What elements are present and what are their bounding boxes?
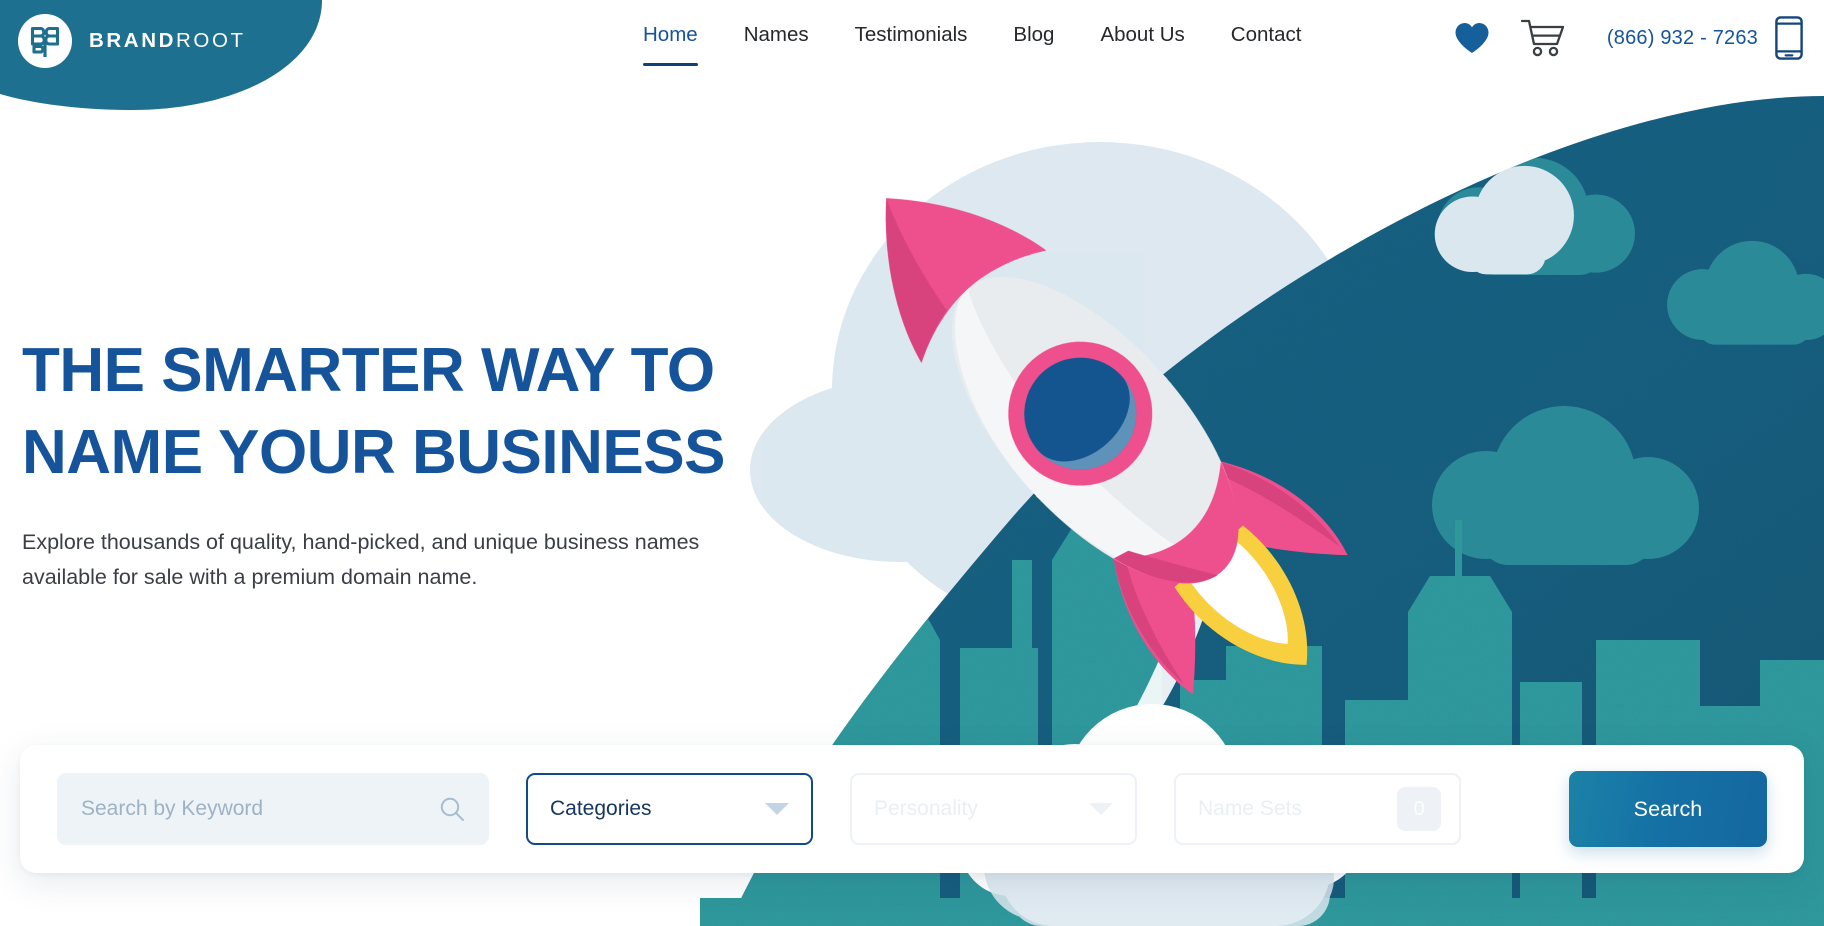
page-root: BRANDROOT Home Names Testimonials Blog A…: [0, 0, 1824, 926]
name-sets-label: Name Sets: [1198, 797, 1302, 820]
phone-number-link[interactable]: (866) 932 - 7263: [1607, 27, 1758, 50]
header-actions: (866) 932 - 7263: [1441, 14, 1806, 62]
brandroot-monogram-icon: [18, 14, 72, 68]
shopping-cart-icon[interactable]: [1503, 15, 1583, 61]
page-title: THE SMARTER WAY TO NAME YOUR BUSINESS: [22, 336, 725, 488]
nav-item-testimonials[interactable]: Testimonials: [832, 22, 991, 66]
brand-name-light: ROOT: [176, 29, 246, 52]
chevron-down-icon[interactable]: [1089, 803, 1113, 815]
categories-select-label: Categories: [550, 797, 652, 820]
hero-subtitle: Explore thousands of quality, hand-picke…: [22, 529, 700, 589]
name-sets-select[interactable]: Name Sets 0: [1174, 773, 1461, 845]
categories-select[interactable]: Categories: [526, 773, 813, 845]
main-navigation: Home Names Testimonials Blog About Us Co…: [620, 22, 1324, 66]
search-input-placeholder: Search by Keyword: [81, 797, 264, 820]
brand-name: BRANDROOT: [89, 29, 246, 53]
hero-copy: THE SMARTER WAY TO NAME YOUR BUSINESS Ex…: [22, 330, 782, 595]
search-button[interactable]: Search: [1569, 771, 1767, 847]
nav-item-blog[interactable]: Blog: [990, 22, 1077, 66]
nav-item-home[interactable]: Home: [620, 22, 721, 66]
search-input[interactable]: Search by Keyword: [57, 773, 489, 845]
mobile-phone-icon[interactable]: [1772, 14, 1806, 62]
site-header: BRANDROOT Home Names Testimonials Blog A…: [0, 0, 1824, 110]
brand-name-bold: BRAND: [89, 29, 177, 52]
nav-item-about-us[interactable]: About Us: [1077, 22, 1207, 66]
name-sets-count-badge: 0: [1397, 787, 1441, 831]
personality-select-label: Personality: [874, 797, 978, 820]
chevron-down-icon[interactable]: [765, 803, 789, 815]
magnifier-icon[interactable]: [439, 796, 465, 822]
search-panel: Search by Keyword Categories Personality…: [20, 745, 1804, 873]
nav-item-contact[interactable]: Contact: [1208, 22, 1325, 66]
heart-icon[interactable]: [1441, 15, 1503, 61]
nav-item-names[interactable]: Names: [721, 22, 832, 66]
personality-select[interactable]: Personality: [850, 773, 1137, 845]
brand-logo[interactable]: BRANDROOT: [18, 14, 246, 68]
